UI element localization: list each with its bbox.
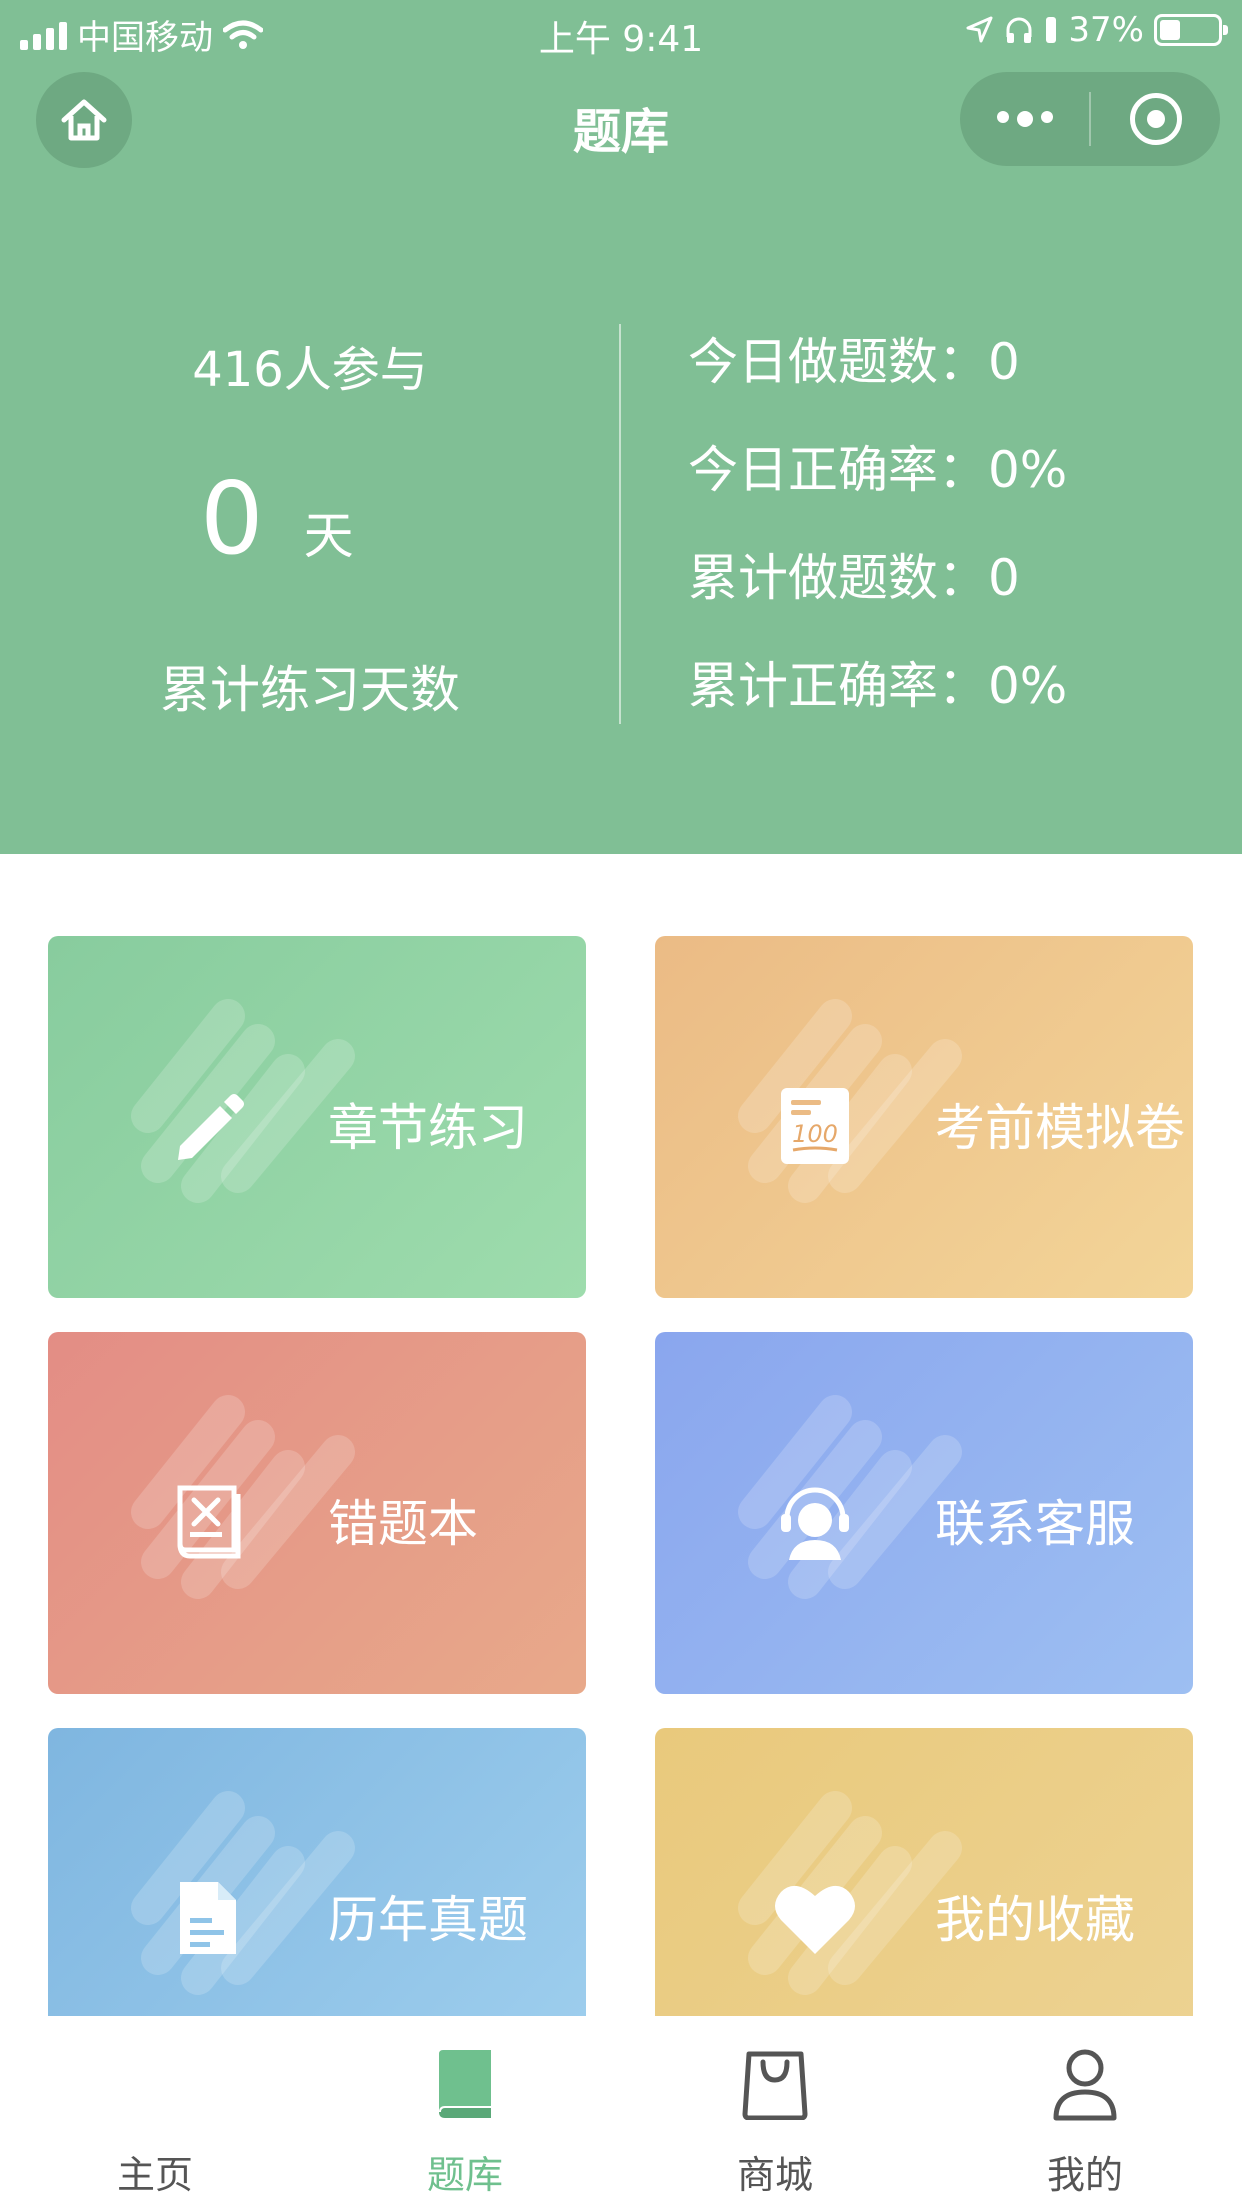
stats-list: 今日做题数：0 今日正确率：0% 累计做题数：0 累计正确率：0%	[688, 330, 1067, 762]
svg-text:100: 100	[792, 1120, 838, 1148]
stat-today-accuracy: 今日正确率：0%	[688, 441, 1068, 499]
stat-total-accuracy: 累计正确率：0%	[688, 657, 1068, 715]
battery-icon	[1154, 14, 1228, 46]
summary-header: 中国移动 上午 9:41 37% 题库 416人参与 0 天 累计练习天数 今日…	[0, 0, 1242, 854]
nav-bar: 题库	[0, 70, 1242, 170]
app-page: 中国移动 上午 9:41 37% 题库 416人参与 0 天 累计练习天数 今日…	[0, 0, 1242, 2208]
tile-label: 章节练习	[328, 1099, 528, 1157]
tab-bar: 主页 题库 商城 我的	[0, 2016, 1242, 2208]
customer-service-icon	[765, 1472, 865, 1572]
tile-chapter-practice[interactable]: 章节练习	[48, 936, 586, 1298]
wrong-book-icon	[158, 1472, 258, 1572]
more-button[interactable]	[960, 72, 1089, 166]
tab-shop[interactable]: 商城	[620, 2016, 930, 2208]
tile-label: 历年真题	[328, 1891, 528, 1949]
user-icon	[930, 2048, 1240, 2128]
stat-today-count: 今日做题数：0	[688, 333, 1020, 391]
tab-label: 我的	[1046, 2153, 1123, 2197]
days-value: 0	[200, 460, 264, 577]
mini-program-capsule	[960, 72, 1220, 166]
tile-label: 错题本	[328, 1495, 478, 1553]
status-bar: 中国移动 上午 9:41 37%	[0, 0, 1242, 62]
tile-wrong-answers[interactable]: 错题本	[48, 1332, 586, 1694]
shopping-bag-icon	[620, 2048, 930, 2128]
document-icon	[158, 1868, 258, 1968]
tile-customer-service[interactable]: 联系客服	[655, 1332, 1193, 1694]
practice-days: 0 天	[200, 460, 354, 577]
close-mini-program-button[interactable]	[1091, 72, 1220, 166]
home-tab-icon	[0, 2048, 310, 2128]
tab-question-bank[interactable]: 题库	[310, 2016, 620, 2208]
tab-label: 题库	[426, 2153, 503, 2197]
pencil-icon	[158, 1076, 258, 1176]
participants-count: 416人参与	[192, 342, 428, 398]
exam-paper-icon: 100	[765, 1076, 865, 1176]
days-unit: 天	[303, 507, 354, 565]
tab-home[interactable]: 主页	[0, 2016, 310, 2208]
tile-label: 考前模拟卷	[935, 1099, 1185, 1157]
tab-label: 商城	[736, 2153, 813, 2197]
headphones-icon	[1006, 17, 1032, 43]
days-label: 累计练习天数	[160, 661, 460, 719]
stat-total-count: 累计做题数：0	[688, 549, 1020, 607]
tile-label: 我的收藏	[935, 1891, 1135, 1949]
battery-percent: 37%	[1068, 10, 1144, 50]
orientation-lock-icon	[1046, 17, 1057, 43]
tab-label: 主页	[116, 2153, 193, 2197]
tile-label: 联系客服	[935, 1495, 1135, 1553]
tile-mock-exam[interactable]: 100 考前模拟卷	[655, 936, 1193, 1298]
book-icon	[310, 2048, 620, 2128]
status-right: 37%	[964, 10, 1228, 50]
more-dots-icon	[996, 111, 1053, 127]
location-icon	[966, 16, 993, 43]
heart-icon	[765, 1868, 865, 1968]
stats-divider	[619, 324, 621, 724]
target-icon	[1129, 93, 1182, 145]
tab-profile[interactable]: 我的	[930, 2016, 1240, 2208]
